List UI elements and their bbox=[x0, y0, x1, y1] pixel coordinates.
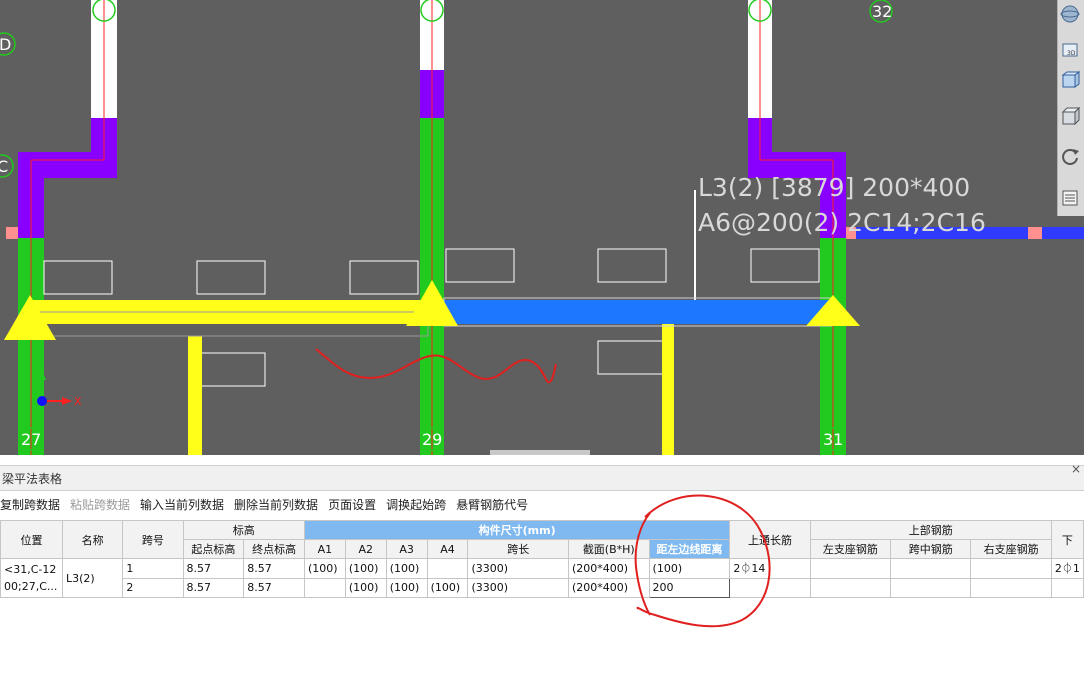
table-toolbar: 复制跨数据 粘贴跨数据 输入当前列数据 删除当前列数据 页面设置 调换起始跨 悬… bbox=[0, 493, 538, 515]
cell-section[interactable]: (200*400) bbox=[568, 558, 650, 579]
view-cube-icon[interactable] bbox=[1060, 106, 1082, 128]
page-setup-button[interactable]: 页面设置 bbox=[328, 496, 381, 513]
header-top-rebar[interactable]: 上部钢筋 bbox=[809, 520, 1052, 540]
yellow-secondary-beam-2 bbox=[662, 324, 674, 455]
cell-mid-span[interactable] bbox=[890, 577, 972, 598]
header-top-through[interactable]: 上通长筋 bbox=[729, 520, 811, 559]
cell-name[interactable]: L3(2) bbox=[61, 558, 124, 598]
cell-span[interactable]: 2 bbox=[122, 577, 184, 598]
beam-table-panel: 梁平法表格 × 复制跨数据 粘贴跨数据 输入当前列数据 删除当前列数据 页面设置… bbox=[0, 455, 1084, 690]
beam-annotation-line2[interactable]: A6@200(2) 2C14;2C16 bbox=[698, 208, 986, 237]
header-member-size[interactable]: 构件尺寸(mm) bbox=[303, 520, 731, 540]
axis-label-c: C bbox=[0, 157, 8, 176]
header-elevation[interactable]: 标高 bbox=[182, 520, 305, 540]
cell-left-dist[interactable]: (100) bbox=[648, 558, 731, 579]
cell-top-through[interactable] bbox=[729, 577, 811, 598]
view-cube-front-icon[interactable] bbox=[1060, 70, 1082, 92]
header-name[interactable]: 名称 bbox=[61, 520, 124, 559]
header-bottom[interactable]: 下 bbox=[1050, 520, 1084, 559]
rotate-icon[interactable] bbox=[1060, 146, 1082, 168]
delete-column-button[interactable]: 删除当前列数据 bbox=[234, 496, 323, 513]
swap-start-span-button[interactable]: 调换起始跨 bbox=[386, 496, 451, 513]
paste-span-button[interactable]: 粘贴跨数据 bbox=[70, 496, 135, 513]
header-a1[interactable]: A1 bbox=[303, 539, 346, 559]
layer-list-icon[interactable] bbox=[1060, 188, 1082, 210]
cell-end-elev[interactable]: 8.57 bbox=[243, 558, 305, 579]
cell-a2[interactable]: (100) bbox=[344, 558, 387, 579]
cell-right-support[interactable] bbox=[970, 577, 1052, 598]
cell-right-support[interactable] bbox=[970, 558, 1052, 579]
header-a4[interactable]: A4 bbox=[426, 539, 469, 559]
cell-a1[interactable]: (100) bbox=[303, 558, 346, 579]
header-span-no[interactable]: 跨号 bbox=[122, 520, 184, 559]
header-left-dist[interactable]: 距左边线距离 bbox=[648, 539, 731, 559]
axis-label-29: 29 bbox=[422, 430, 442, 449]
view-3d-icon[interactable]: 3D bbox=[1060, 40, 1082, 62]
cell-span-len[interactable]: (3300) bbox=[467, 577, 569, 598]
cell-start-elev[interactable]: 8.57 bbox=[182, 558, 245, 579]
panel-title-bar: 梁平法表格 × bbox=[0, 462, 1084, 491]
cell-left-dist-editing[interactable]: 200 bbox=[648, 577, 731, 598]
cell-span-len[interactable]: (3300) bbox=[467, 558, 569, 579]
header-left-support[interactable]: 左支座钢筋 bbox=[809, 539, 892, 559]
axis-label-32: 32 bbox=[872, 2, 892, 21]
axis-label-d: D bbox=[0, 35, 11, 54]
header-a3[interactable]: A3 bbox=[385, 539, 428, 559]
cell-mid-span[interactable] bbox=[890, 558, 972, 579]
header-span-len[interactable]: 跨长 bbox=[467, 539, 569, 559]
cantilever-code-button[interactable]: 悬臂钢筋代号 bbox=[456, 496, 533, 513]
cell-position-line1: <31,C-12 bbox=[4, 563, 57, 576]
axis-label-27: 27 bbox=[21, 430, 41, 449]
header-section[interactable]: 截面(B*H) bbox=[568, 539, 650, 559]
cad-viewport[interactable]: 32 D C 27 29 31 L3(2) [3879] 200*400 A6@… bbox=[0, 0, 1084, 455]
beam-span-2 bbox=[444, 300, 832, 324]
header-mid-span[interactable]: 跨中钢筋 bbox=[890, 539, 972, 559]
globe-icon[interactable] bbox=[1060, 4, 1082, 26]
drawing-canvas[interactable]: 32 D C 27 29 31 L3(2) [3879] 200*400 A6@… bbox=[0, 0, 1084, 455]
ucs-icon bbox=[37, 370, 72, 406]
cell-left-support[interactable] bbox=[809, 558, 892, 579]
cell-a4[interactable] bbox=[426, 558, 469, 579]
table-row[interactable]: 2 8.57 8.57 (100) (100) (100) (3300) (20… bbox=[1, 577, 1084, 598]
axis-label-31: 31 bbox=[823, 430, 843, 449]
table-row[interactable]: <31,C-12 00;27,C... L3(2) 1 8.57 8.57 (10… bbox=[0, 558, 1084, 598]
cell-position[interactable]: <31,C-12 00;27,C... bbox=[0, 558, 63, 598]
header-start-elev[interactable]: 起点标高 bbox=[182, 539, 245, 559]
cell-left-support[interactable] bbox=[809, 577, 892, 598]
cell-a2[interactable]: (100) bbox=[344, 577, 387, 598]
cell-start-elev[interactable]: 8.57 bbox=[182, 577, 245, 598]
beam-table: 位置 名称 跨号 标高 构件尺寸(mm) 上通长筋 上部钢筋 下 起点标高 终点… bbox=[0, 520, 1084, 598]
close-icon[interactable]: × bbox=[1071, 462, 1081, 476]
svg-text:3D: 3D bbox=[1067, 50, 1076, 57]
header-position[interactable]: 位置 bbox=[0, 520, 63, 559]
cell-a3[interactable]: (100) bbox=[385, 558, 428, 579]
yellow-secondary-beam-1 bbox=[188, 336, 202, 455]
cell-span[interactable]: 1 bbox=[122, 558, 184, 579]
beam-annotation-line1[interactable]: L3(2) [3879] 200*400 bbox=[698, 173, 970, 202]
cell-a1[interactable] bbox=[303, 577, 346, 598]
view-toolbar: 3D bbox=[1057, 0, 1084, 216]
cell-position-line2: 00;27,C... bbox=[4, 580, 58, 593]
header-right-support[interactable]: 右支座钢筋 bbox=[970, 539, 1052, 559]
cell-bottom[interactable]: 2⏀1 bbox=[1050, 558, 1084, 579]
panel-title: 梁平法表格 bbox=[2, 472, 63, 486]
header-a2[interactable]: A2 bbox=[344, 539, 387, 559]
cell-a4[interactable]: (100) bbox=[426, 577, 469, 598]
cell-a3[interactable]: (100) bbox=[385, 577, 428, 598]
cell-section[interactable]: (200*400) bbox=[568, 577, 650, 598]
input-column-button[interactable]: 输入当前列数据 bbox=[140, 496, 229, 513]
cell-top-through[interactable]: 2⏀14 bbox=[729, 558, 811, 579]
cell-end-elev[interactable]: 8.57 bbox=[243, 577, 305, 598]
cell-bottom[interactable] bbox=[1050, 577, 1084, 598]
header-end-elev[interactable]: 终点标高 bbox=[243, 539, 305, 559]
copy-span-button[interactable]: 复制跨数据 bbox=[0, 496, 65, 513]
ucs-x-label: X bbox=[74, 395, 82, 408]
